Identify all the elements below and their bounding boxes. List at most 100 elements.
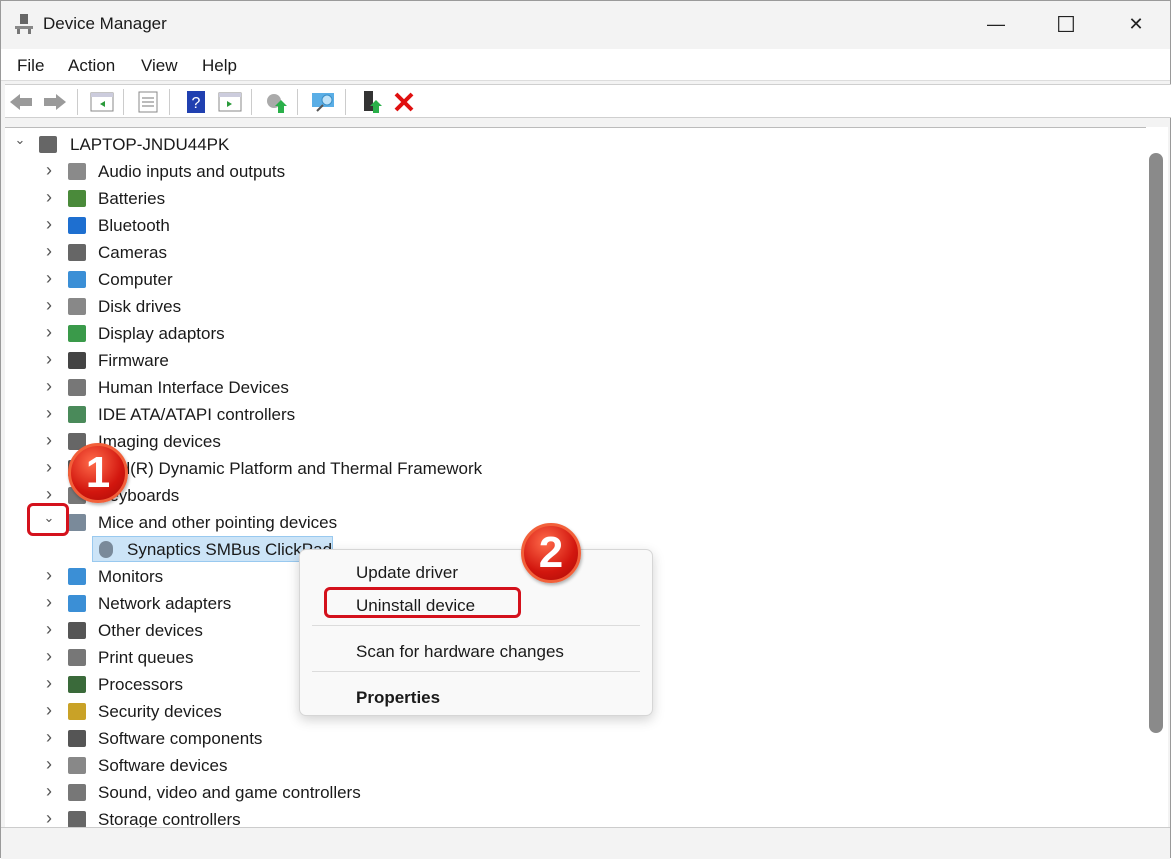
tree-row[interactable]: › Display adaptors [5,320,1146,347]
menu-action[interactable]: Action [68,56,115,76]
enable-device-icon[interactable] [359,89,385,115]
tree-row[interactable]: › Bluetooth [5,212,1146,239]
chevron-right-icon[interactable]: › [42,484,56,505]
tree-row[interactable]: › Computer [5,266,1146,293]
category-icon [68,352,86,369]
minimize-button[interactable]: — [961,1,1031,48]
category-icon [68,514,86,531]
chevron-right-icon[interactable]: › [42,214,56,235]
category-label: Disk drives [98,297,182,316]
chevron-right-icon[interactable]: › [42,457,56,478]
menu-item-properties[interactable]: Properties [356,688,440,708]
back-icon[interactable] [8,89,34,115]
chevron-right-icon[interactable]: › [42,646,56,667]
chevron-right-icon[interactable]: › [42,808,56,827]
tree-root-label: LAPTOP-JNDU44PK [70,135,230,154]
chevron-right-icon[interactable]: › [42,187,56,208]
category-label: Network adapters [98,594,232,613]
category-label: Firmware [98,351,169,370]
menu-file[interactable]: File [17,56,44,76]
tree-row[interactable]: › Firmware [5,347,1146,374]
category-icon [68,298,86,315]
menu-item-scan-hardware[interactable]: Scan for hardware changes [356,642,564,662]
category-label: Intel(R) Dynamic Platform and Thermal Fr… [98,459,483,478]
device-tree[interactable]: ⌄ LAPTOP-JNDU44PK › Audio inputs and output… [5,127,1146,827]
tree-row[interactable]: › Keyboards [5,482,1146,509]
category-label: Human Interface Devices [98,378,289,397]
tree-row[interactable]: › Storage controllers [5,806,1146,827]
scrollbar-thumb[interactable] [1149,153,1163,733]
menu-view[interactable]: View [141,56,178,76]
tree-row[interactable]: › Software devices [5,752,1146,779]
category-icon [68,217,86,234]
menu-help[interactable]: Help [202,56,237,76]
properties-icon[interactable] [135,89,161,115]
status-bar [1,827,1170,859]
category-label: Software devices [98,756,228,775]
chevron-right-icon[interactable]: › [42,754,56,775]
chevron-down-icon[interactable]: ⌄ [13,132,27,148]
category-icon [68,595,86,612]
category-icon [68,784,86,801]
chevron-right-icon[interactable]: › [42,727,56,748]
close-button[interactable]: ✕ [1101,1,1171,48]
scan-hardware-icon[interactable] [311,89,337,115]
category-icon [68,649,86,666]
tree-row[interactable]: › Software components [5,725,1146,752]
chevron-right-icon[interactable]: › [42,322,56,343]
tree-row[interactable]: ⌄ LAPTOP-JNDU44PK [5,131,1146,158]
uninstall-device-icon[interactable] [391,89,417,115]
chevron-right-icon[interactable]: › [42,619,56,640]
chevron-right-icon[interactable]: › [42,781,56,802]
tree-row[interactable]: › Human Interface Devices [5,374,1146,401]
chevron-right-icon[interactable]: › [42,241,56,262]
category-label: Mice and other pointing devices [98,513,338,532]
help-icon[interactable]: ? [183,89,209,115]
category-label: Computer [98,270,173,289]
chevron-right-icon[interactable]: › [42,700,56,721]
step-1-badge: 1 [68,443,128,503]
tree-row[interactable]: › Imaging devices [5,428,1146,455]
chevron-right-icon[interactable]: › [42,673,56,694]
category-label: Print queues [98,648,194,667]
mouse-icon [99,541,113,558]
computer-icon [39,136,57,153]
menu-item-update-driver[interactable]: Update driver [356,563,458,583]
chevron-right-icon[interactable]: › [42,403,56,424]
chevron-right-icon[interactable]: › [42,295,56,316]
chevron-right-icon[interactable]: › [42,592,56,613]
category-label: Display adaptors [98,324,225,343]
maximize-button[interactable]: ☐ [1031,1,1101,48]
category-icon [68,271,86,288]
chevron-right-icon[interactable]: › [42,349,56,370]
category-icon [68,568,86,585]
tree-row[interactable]: › Disk drives [5,293,1146,320]
context-menu: Update driver Uninstall device Scan for … [299,549,653,716]
chevron-right-icon[interactable]: › [42,376,56,397]
tree-row[interactable]: › IDE ATA/ATAPI controllers [5,401,1146,428]
device-manager-icon [15,14,33,34]
expand-highlight [27,503,69,536]
device-manager-window: Device Manager — ☐ ✕ File Action View He… [0,0,1171,859]
forward-icon[interactable] [42,89,68,115]
action-pane-icon[interactable] [217,89,243,115]
category-label: Processors [98,675,184,694]
tree-row[interactable]: ⌄ Mice and other pointing devices [5,509,1146,536]
tree-row[interactable]: › Audio inputs and outputs [5,158,1146,185]
chevron-right-icon[interactable]: › [42,430,56,451]
update-driver-icon[interactable] [263,89,289,115]
chevron-right-icon[interactable]: › [42,565,56,586]
category-icon [68,325,86,342]
category-icon [68,676,86,693]
chevron-right-icon[interactable]: › [42,268,56,289]
tree-row[interactable]: › Batteries [5,185,1146,212]
category-label: Audio inputs and outputs [98,162,286,181]
category-label: Storage controllers [98,810,241,827]
uninstall-highlight [324,587,521,618]
vertical-scrollbar[interactable] [1146,127,1168,827]
chevron-right-icon[interactable]: › [42,160,56,181]
tree-row[interactable]: › Intel(R) Dynamic Platform and Thermal F… [5,455,1146,482]
tree-row[interactable]: › Sound, video and game controllers [5,779,1146,806]
show-hide-console-tree-icon[interactable] [89,89,115,115]
tree-row[interactable]: › Cameras [5,239,1146,266]
